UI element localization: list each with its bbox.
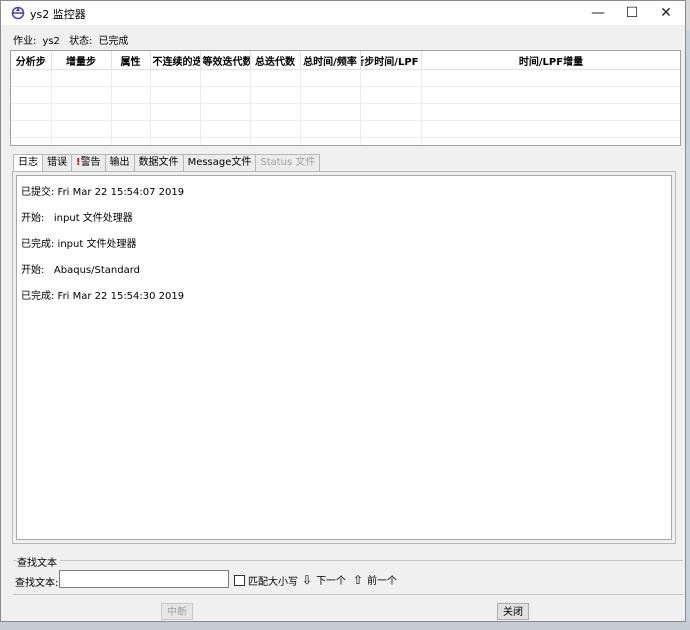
find-next-button[interactable]: ⇩ 下一个: [302, 572, 347, 588]
tab-warnings[interactable]: !警告: [71, 154, 106, 171]
column-header[interactable]: 总迭代数: [250, 51, 301, 70]
job-status-line: 作业: ys2 状态: 已完成: [13, 32, 134, 47]
window-title: ys2 监控器: [30, 8, 86, 21]
tab-errors[interactable]: 错误: [42, 154, 72, 171]
match-case-checkbox[interactable]: 匹配大小写: [234, 573, 298, 588]
close-window-button[interactable]: ✕: [649, 1, 683, 25]
close-icon: ✕: [660, 5, 672, 21]
job-monitor-window: ys2 监控器 — ☐ ✕ 作业: ys2 状态: 已完成 分析步 增量步 属性: [0, 0, 686, 622]
find-previous-button[interactable]: ⇧ 前一个: [353, 572, 398, 588]
column-header[interactable]: 增量步: [51, 51, 112, 70]
job-label: 作业:: [13, 36, 37, 47]
tab-log[interactable]: 日志: [13, 154, 43, 172]
arrow-up-icon: ⇧: [353, 572, 364, 587]
tab-warnings-label: 警告: [80, 157, 101, 168]
kill-job-button: 中断: [161, 603, 193, 620]
abaqus-app-icon: [11, 6, 25, 20]
column-header[interactable]: 总时间/频率: [300, 51, 361, 70]
button-bar-divider: [13, 594, 683, 595]
column-header[interactable]: 分析步: [11, 51, 52, 70]
find-group-divider: [13, 560, 683, 561]
table-row: [11, 120, 680, 138]
log-line: 开始: input 文件处理器: [21, 213, 133, 224]
find-previous-label: 前一个: [367, 576, 398, 587]
monitor-tabs: 日志 错误 !警告 输出 数据文件 Message文件 Status 文件: [13, 154, 321, 172]
checkbox-icon: [234, 575, 245, 586]
minimize-icon: —: [591, 5, 605, 21]
tab-message-file[interactable]: Message文件: [182, 154, 257, 171]
status-value: 已完成: [98, 36, 129, 47]
tab-data-file[interactable]: 数据文件: [133, 154, 184, 171]
log-text-area[interactable]: 已提交: Fri Mar 22 15:54:07 2019 开始: input …: [16, 175, 672, 540]
column-header[interactable]: 时间/LPF增量: [421, 51, 680, 70]
column-header[interactable]: 分析步时间/LPF: [360, 51, 422, 70]
table-row: [11, 103, 680, 121]
maximize-icon: ☐: [625, 5, 639, 21]
table-row: [11, 86, 680, 104]
log-line: 开始: Abaqus/Standard: [21, 265, 140, 276]
find-text-label: 查找文本:: [15, 578, 59, 589]
tab-status-file: Status 文件: [255, 154, 321, 171]
minimize-button[interactable]: —: [581, 1, 615, 25]
log-line: 已完成: input 文件处理器: [21, 239, 137, 250]
arrow-down-icon: ⇩: [302, 572, 313, 587]
log-line: 已提交: Fri Mar 22 15:54:07 2019: [21, 187, 185, 198]
log-line: 已完成: Fri Mar 22 15:54:30 2019: [21, 291, 185, 302]
job-name: ys2: [42, 36, 60, 47]
maximize-button[interactable]: ☐: [615, 1, 649, 25]
match-case-label: 匹配大小写: [248, 577, 298, 588]
status-label: 状态:: [69, 36, 93, 47]
title-bar[interactable]: ys2 监控器 — ☐ ✕: [1, 1, 685, 25]
find-text-input[interactable]: [59, 570, 229, 588]
find-next-label: 下一个: [316, 576, 347, 587]
table-row: [11, 137, 680, 145]
find-group-label: 查找文本: [17, 554, 60, 569]
column-header[interactable]: 等效迭代数: [200, 51, 251, 70]
column-header[interactable]: 不连续的迭: [150, 51, 201, 70]
tab-output[interactable]: 输出: [104, 154, 135, 171]
table-row: [11, 69, 680, 87]
log-tab-panel: 已提交: Fri Mar 22 15:54:07 2019 开始: input …: [12, 171, 676, 544]
column-header[interactable]: 属性: [111, 51, 151, 70]
close-button[interactable]: 关闭: [497, 603, 529, 620]
progress-table[interactable]: 分析步 增量步 属性 不连续的迭 等效迭代数 总迭代数 总时间/频率 分析步时间…: [10, 50, 681, 146]
table-header-row: 分析步 增量步 属性 不连续的迭 等效迭代数 总迭代数 总时间/频率 分析步时间…: [11, 51, 680, 70]
